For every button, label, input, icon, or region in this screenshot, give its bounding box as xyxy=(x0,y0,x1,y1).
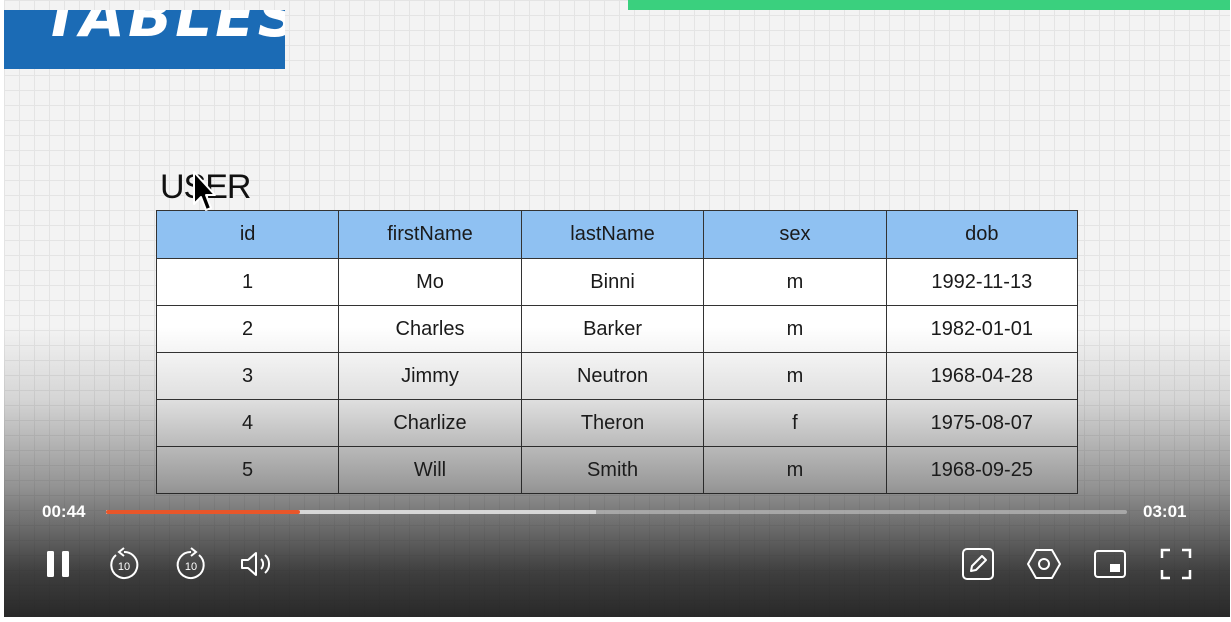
seek-bar[interactable] xyxy=(106,510,1127,514)
table-cell: m xyxy=(703,258,887,306)
slide-title-banner: TABLES xyxy=(4,10,285,69)
rewind-10-button[interactable]: 10 xyxy=(104,544,144,584)
volume-button[interactable] xyxy=(237,544,277,584)
forward-10-icon: 10 xyxy=(176,547,205,579)
played-bar xyxy=(106,510,300,514)
slide-title: TABLES xyxy=(42,10,285,50)
pause-icon xyxy=(47,551,69,577)
svg-text:10: 10 xyxy=(118,561,130,573)
current-time: 00:44 xyxy=(42,502,86,521)
svg-text:10: 10 xyxy=(185,561,197,573)
column-header: sex xyxy=(703,210,887,259)
table-cell: Binni xyxy=(520,258,705,306)
settings-button[interactable] xyxy=(1024,544,1064,584)
rewind-10-icon: 10 xyxy=(110,547,139,579)
forward-10-button[interactable]: 10 xyxy=(171,544,211,584)
picture-in-picture-button[interactable] xyxy=(1090,544,1130,584)
table-cell: 1992-11-13 xyxy=(885,258,1079,306)
fullscreen-button[interactable] xyxy=(1156,544,1196,584)
fullscreen-icon xyxy=(1160,548,1192,580)
table-row: 1 Mo Binni m 1992-11-13 xyxy=(155,258,1079,306)
table-header-row: id firstName lastName sex dob xyxy=(155,210,1079,259)
pencil-icon xyxy=(962,548,994,580)
table-cell: 1 xyxy=(155,258,340,306)
total-time: 03:01 xyxy=(1143,502,1187,521)
mouse-cursor-icon xyxy=(193,171,216,211)
column-header: dob xyxy=(885,210,1079,259)
column-header: id xyxy=(155,210,340,259)
course-progress-bar xyxy=(628,0,1230,10)
video-player[interactable]: TABLES USER idfirstNamelastNamesexdob 1M… xyxy=(4,0,1230,617)
picture-in-picture-icon xyxy=(1094,550,1126,578)
table-cell: Mo xyxy=(338,258,522,306)
notes-button[interactable] xyxy=(958,544,998,584)
pause-button[interactable] xyxy=(38,544,78,584)
volume-icon xyxy=(241,552,271,576)
column-header: firstName xyxy=(338,210,522,259)
column-header: lastName xyxy=(520,210,705,259)
settings-icon xyxy=(1027,549,1061,579)
